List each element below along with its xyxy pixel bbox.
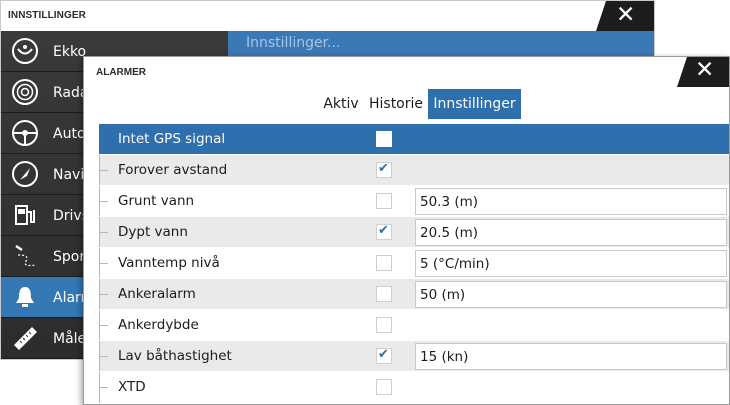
alarm-row-ankeralarm[interactable]: Ankeralarm 50 (m) xyxy=(99,278,729,310)
alarm-row-xtd[interactable]: XTD xyxy=(99,371,729,403)
alarm-enable-checkbox[interactable] xyxy=(376,255,392,271)
alarm-label: Lav båthastighet xyxy=(118,348,232,364)
tab-aktiv[interactable]: Aktiv xyxy=(318,89,364,119)
navigation-icon xyxy=(12,161,38,187)
alarm-value-field[interactable]: 15 (kn) xyxy=(415,343,727,370)
alarm-value-field[interactable]: 50.3 (m) xyxy=(415,188,727,215)
alarm-enable-checkbox[interactable] xyxy=(376,193,392,209)
alarm-label: Forover avstand xyxy=(118,162,228,178)
tree-line xyxy=(99,372,109,403)
alarm-settings-list: Intet GPS signal Forover avstand ✔ Grunt… xyxy=(99,123,729,404)
settings-close-button[interactable]: ✕ xyxy=(596,1,654,31)
tab-historie[interactable]: Historie xyxy=(364,89,428,119)
tree-line xyxy=(99,310,109,341)
settings-title-bar: INNSTILLINGER ✕ xyxy=(1,1,654,31)
tracks-icon xyxy=(15,244,37,267)
alarm-value: 5 (°C/min) xyxy=(420,256,490,272)
alarm-enable-checkbox[interactable] xyxy=(376,131,392,147)
alarm-row-dypt-vann[interactable]: Dypt vann ✔ 20.5 (m) xyxy=(99,216,729,248)
settings-header: Innstillinger... xyxy=(228,31,654,56)
alarm-bell-icon xyxy=(16,287,34,307)
fuel-icon xyxy=(15,205,35,225)
close-icon: ✕ xyxy=(616,2,636,28)
alarm-label: XTD xyxy=(118,379,146,395)
alarm-value: 50 (m) xyxy=(420,287,466,303)
checkmark-icon: ✔ xyxy=(378,161,389,176)
close-icon: ✕ xyxy=(695,57,715,83)
alarms-dialog: ALARMER ✕ Aktiv Historie Innstillinger I… xyxy=(83,56,730,405)
alarm-row-grunt-vann[interactable]: Grunt vann 50.3 (m) xyxy=(99,185,729,217)
alarm-enable-checkbox[interactable] xyxy=(376,379,392,395)
alarms-title: ALARMER xyxy=(96,67,146,78)
ruler-icon xyxy=(14,327,37,350)
alarm-row-forover-avstand[interactable]: Forover avstand ✔ xyxy=(99,154,729,186)
settings-title: INNSTILLINGER xyxy=(8,10,86,21)
tree-line xyxy=(99,217,109,248)
alarm-value-field[interactable]: 20.5 (m) xyxy=(415,219,727,246)
tree-line xyxy=(99,279,109,310)
alarm-label: Ankeralarm xyxy=(118,286,196,302)
tree-line xyxy=(99,341,109,372)
autopilot-icon xyxy=(12,120,38,146)
alarm-value-field[interactable]: 5 (°C/min) xyxy=(415,250,727,277)
alarm-label: Dypt vann xyxy=(118,224,188,240)
settings-header-text: Innstillinger... xyxy=(246,35,341,51)
alarm-value-field[interactable]: 50 (m) xyxy=(415,281,727,308)
radar-icon xyxy=(12,79,38,105)
alarm-value: 50.3 (m) xyxy=(420,194,479,210)
alarm-enable-checkbox[interactable]: ✔ xyxy=(376,223,392,240)
alarm-label: Vanntemp nivå xyxy=(118,255,220,271)
tree-line xyxy=(99,248,109,279)
alarms-close-button[interactable]: ✕ xyxy=(677,57,729,87)
tree-line xyxy=(99,124,109,155)
alarm-row-ankerdybde[interactable]: Ankerdybde xyxy=(99,309,729,341)
alarm-label: Intet GPS signal xyxy=(118,131,226,147)
alarm-row-lav-bathastighet[interactable]: Lav båthastighet ✔ 15 (kn) xyxy=(99,340,729,372)
checkmark-icon: ✔ xyxy=(378,347,389,362)
alarm-label: Grunt vann xyxy=(118,193,195,209)
alarm-value: 20.5 (m) xyxy=(420,225,479,241)
alarm-enable-checkbox[interactable]: ✔ xyxy=(376,347,392,364)
echo-icon xyxy=(12,38,38,64)
alarm-row-vanntemp[interactable]: Vanntemp nivå 5 (°C/min) xyxy=(99,247,729,279)
checkmark-icon: ✔ xyxy=(378,223,389,238)
tab-innstillinger[interactable]: Innstillinger xyxy=(428,89,521,119)
alarm-enable-checkbox[interactable] xyxy=(376,286,392,302)
alarm-label: Ankerdybde xyxy=(118,317,199,333)
sidebar-item-label: Ekko xyxy=(53,44,87,60)
alarm-value: 15 (kn) xyxy=(420,349,469,365)
tree-line xyxy=(99,155,109,186)
alarm-enable-checkbox[interactable] xyxy=(376,317,392,333)
alarm-enable-checkbox[interactable]: ✔ xyxy=(376,161,392,178)
tree-line xyxy=(99,186,109,217)
alarm-row-intet-gps[interactable]: Intet GPS signal xyxy=(99,123,729,155)
